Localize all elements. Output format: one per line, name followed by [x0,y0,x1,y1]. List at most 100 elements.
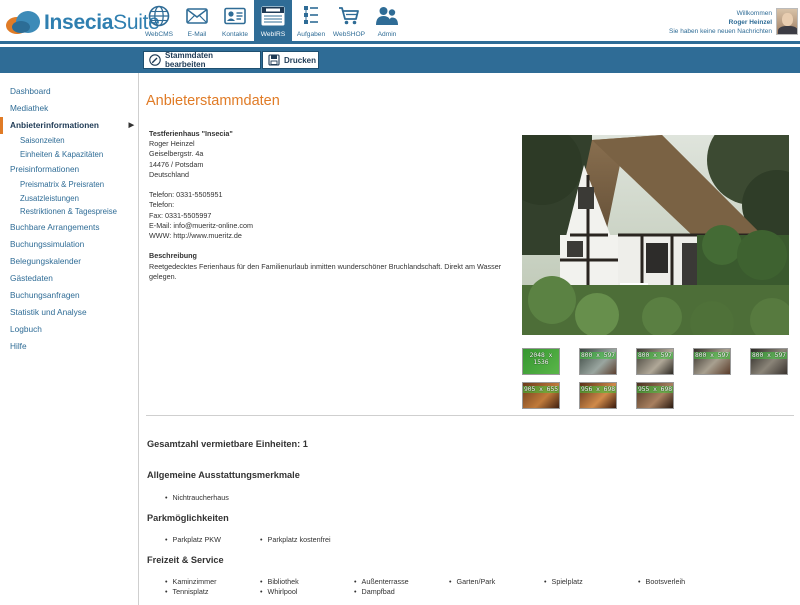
thumbnail[interactable]: 956 x 698 [579,382,617,409]
nav-webcms[interactable]: WebCMS [140,0,178,44]
sidebar-item-label: Anbieterinformationen [10,120,99,130]
task-list-icon [299,4,323,28]
action-toolbar: Stammdaten bearbeiten Drucken [0,47,800,73]
user-name[interactable]: Roger Heinzel [669,18,772,27]
fax: Fax: 0331-5505997 [149,210,212,220]
section-title-leisure: Freizeit & Service [147,555,224,565]
print-label: Drucken [284,55,317,65]
envelope-icon [185,4,209,28]
nav-admin[interactable]: Admin [368,0,406,44]
avatar[interactable] [776,8,798,35]
nav-label: WebSHOP [332,31,366,38]
users-icon [375,4,399,28]
nav-webshop[interactable]: WebSHOP [330,0,368,44]
user-welcome: Willkommen Roger Heinzel Sie haben keine… [669,9,772,36]
city: 14476 / Potsdam [149,159,204,169]
edit-master-data-label: Stammdaten bearbeiten [165,51,214,69]
thumbnail[interactable]: 955 x 698 [636,382,674,409]
sidebar-sub-saisonzeiten[interactable]: Saisonzeiten [0,134,138,148]
section-title-amenities: Allgemeine Ausstattungsmerkmale [147,470,300,480]
property-photo[interactable] [522,135,789,335]
thumbnail[interactable]: 800 x 597 [750,348,788,375]
sidebar-item-anbieterinformationen[interactable]: Anbieterinformationen ▶ [0,117,138,134]
provider-info: Testferienhaus "Insecia" Roger Heinzel G… [149,129,519,282]
thumbnail-size: 2048 x 1536 [523,349,559,374]
sidebar-sub-einheiten[interactable]: Einheiten & Kapazitäten [0,148,138,162]
sidebar-item-mediathek[interactable]: Mediathek [0,100,138,117]
header: InseciaSuite WebCMS E-Mail Kontakte WebI… [0,0,800,44]
sidebar-item-belegungskalender[interactable]: Belegungskalender [0,253,138,270]
logo-mark-icon [6,11,40,35]
nav-label: E-Mail [187,31,207,38]
sidebar-item-dashboard[interactable]: Dashboard [0,83,138,100]
sidebar-item-buchungssimulation[interactable]: Buchungssimulation [0,236,138,253]
thumbnail-size: 956 x 698 [580,386,616,393]
sidebar-sub-zusatzleistungen[interactable]: Zusatzleistungen [0,192,138,206]
thumbnail[interactable]: 800 x 597 [579,348,617,375]
feature-item: Parkplatz PKW [165,535,221,544]
nav-label: Admin [377,31,397,38]
country: Deutschland [149,169,189,179]
nav-kontakte[interactable]: Kontakte [216,0,254,44]
edit-icon [149,54,161,66]
thumbnail[interactable]: 800 x 597 [636,348,674,375]
sidebar-item-gaestedaten[interactable]: Gästedaten [0,270,138,287]
sidebar: Dashboard Mediathek Anbieterinformatione… [0,73,139,605]
welcome-text: Willkommen [736,10,772,17]
feature-item: Außenterrasse [354,577,409,586]
description-text: Reetgedecktes Ferienhaus für den Familie… [149,261,502,281]
thumbnail-size: 800 x 597 [637,352,673,359]
section-title-parking: Parkmöglichkeiten [147,513,229,523]
feature-item: Whirlpool [260,587,298,596]
feature-item: Dampfbad [354,587,395,596]
sidebar-item-preisinformationen[interactable]: Preisinformationen [0,161,138,178]
feature-item: Garten/Park [449,577,496,586]
thumbnail[interactable]: 905 x 655 [522,382,560,409]
nav-email[interactable]: E-Mail [178,0,216,44]
sidebar-item-hilfe[interactable]: Hilfe [0,338,138,355]
nav-label: WebIRS [260,31,286,38]
feature-item: Kaminzimmer [165,577,217,586]
page-title: Anbieterstammdaten [146,93,280,109]
save-disk-icon [268,54,280,66]
sidebar-item-arrangements[interactable]: Buchbare Arrangements [0,219,138,236]
feature-item: Bootsverleih [638,577,686,586]
sidebar-sub-restriktionen[interactable]: Restriktionen & Tagespreise [0,205,138,219]
feature-item: Parkplatz kostenfrei [260,535,331,544]
section-divider [146,415,794,416]
provider-name: Testferienhaus "Insecia" [149,129,233,138]
thumbnail[interactable]: 2048 x 1536 [522,348,560,375]
rooms-available-icon [261,4,285,28]
shopping-cart-icon [337,4,361,28]
sidebar-item-logbuch[interactable]: Logbuch [0,321,138,338]
thumbnail-size: 800 x 597 [580,352,616,359]
app-logo[interactable]: InseciaSuite [6,9,160,37]
edit-master-data-button[interactable]: Stammdaten bearbeiten [143,51,261,69]
street: Geiselbergstr. 4a [149,149,204,159]
main-content: Anbieterstammdaten Testferienhaus "Insec… [140,73,800,605]
contact-person: Roger Heinzel [149,139,195,149]
main-nav: WebCMS E-Mail Kontakte WebIRS Aufgaben W… [140,0,406,44]
nav-webirs[interactable]: WebIRS [254,0,292,44]
phone-1: Telefon: 0331-5505951 [149,190,223,200]
contact-card-icon [223,4,247,28]
feature-item: Spielplatz [544,577,583,586]
feature-item: Bibliothek [260,577,299,586]
feature-item: Tennisplatz [165,587,209,596]
nav-label: Aufgaben [296,31,326,38]
thumbnail[interactable]: 800 x 597 [693,348,731,375]
nav-label: WebCMS [144,31,174,38]
thumbnail-size: 955 x 698 [637,386,673,393]
sidebar-item-buchungsanfragen[interactable]: Buchungsanfragen [0,287,138,304]
feature-item: Nichtraucherhaus [165,493,229,502]
messages-status[interactable]: Sie haben keine neuen Nachrichten [669,27,772,36]
sidebar-sub-preismatrix[interactable]: Preismatrix & Preisraten [0,178,138,192]
nav-label: Kontakte [221,31,249,38]
thumbnail-size: 905 x 655 [523,386,559,393]
globe-icon [147,4,171,28]
print-button[interactable]: Drucken [262,51,319,69]
nav-aufgaben[interactable]: Aufgaben [292,0,330,44]
sidebar-item-statistik[interactable]: Statistik und Analyse [0,304,138,321]
email: E-Mail: info@mueritz-online.com [149,220,253,230]
triangle-right-icon: ▶ [128,122,134,129]
